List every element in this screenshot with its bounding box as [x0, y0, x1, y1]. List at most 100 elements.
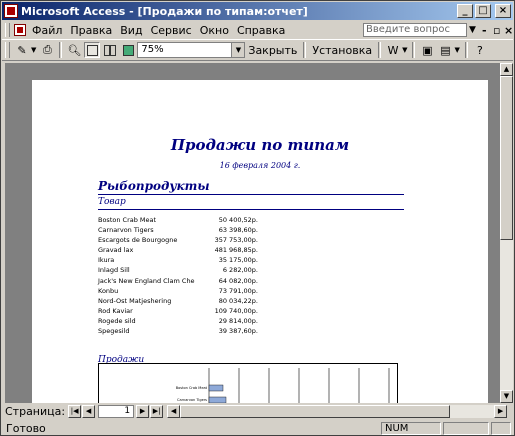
database-window-icon[interactable]: ▣: [419, 42, 435, 58]
view-icon[interactable]: ✎: [14, 42, 30, 58]
prev-page-button[interactable]: ◀: [82, 404, 96, 418]
status-panel: [443, 421, 489, 435]
page-nav-label: Страница:: [5, 404, 66, 418]
zoom-select[interactable]: 75% ▼: [137, 42, 246, 58]
scroll-left-button[interactable]: ◀: [167, 404, 181, 418]
table-row: Inlagd Sill 6 282,00р.: [98, 265, 258, 275]
vertical-scroll-thumb[interactable]: [500, 76, 513, 240]
report-date: 16 февраля 2004 г.: [219, 161, 301, 170]
table-row: Carnarvon Tigers 63 398,60р.: [98, 225, 258, 235]
product-name: Gravad lax: [98, 246, 134, 255]
first-page-button[interactable]: |◀: [68, 404, 82, 418]
next-page-button[interactable]: ▶: [136, 404, 150, 418]
page-setup-button[interactable]: Установка: [309, 44, 375, 57]
vertical-scrollbar[interactable]: ▲ ▼: [500, 63, 513, 403]
scroll-up-button[interactable]: ▲: [500, 63, 513, 76]
scroll-down-button[interactable]: ▼: [500, 390, 513, 403]
report-preview-area[interactable]: Продажи по типам 16 февраля 2004 г. Рыбо…: [5, 63, 500, 403]
new-object-icon[interactable]: ▤: [437, 42, 453, 58]
title-bar: Microsoft Access - [Продажи по типам:отч…: [2, 2, 513, 20]
status-bar: Готово NUM: [2, 420, 513, 436]
product-sales: 63 398,60р.: [218, 226, 258, 235]
toolbar-separator: [303, 42, 307, 58]
table-row: Gravad lax 481 968,85р.: [98, 245, 258, 255]
product-sales: 357 753,00р.: [214, 236, 258, 245]
page-number-input[interactable]: 1: [98, 404, 135, 418]
product-name: Boston Crab Meat: [98, 216, 157, 224]
table-row: Spegesild 39 387,60р.: [98, 326, 258, 336]
print-preview-toolbar: ✎ ▼ ⎙ 🔍︎ 75% ▼ Закрыть Установка W ▼ ▣ ▤ …: [2, 39, 513, 61]
menubar-grip[interactable]: [5, 23, 10, 37]
doc-minimize-button[interactable]: -: [482, 24, 487, 37]
product-sales: 481 968,85р.: [214, 246, 258, 255]
product-sales: 109 740,00р.: [214, 306, 258, 315]
product-name: Spegesild: [98, 327, 130, 336]
two-pages-icon[interactable]: [102, 42, 118, 58]
column-divider: [98, 209, 404, 210]
minimize-button[interactable]: _: [457, 4, 473, 18]
report-title: Продажи по типам: [170, 136, 350, 154]
report-doc-icon[interactable]: [14, 24, 26, 36]
toolbar-grip[interactable]: [5, 42, 10, 58]
new-object-dropdown-icon[interactable]: ▼: [454, 46, 459, 54]
table-row: Nord-Ost Matjeshering 80 034,22р.: [98, 296, 258, 306]
toolbar-separator: [59, 42, 63, 58]
access-window: Microsoft Access - [Продажи по типам:отч…: [0, 0, 515, 436]
table-row: Escargots de Bourgogne 357 753,00р.: [98, 235, 258, 245]
menu-bar: Файл Правка Вид Сервис Окно Справка Введ…: [2, 21, 513, 39]
horizontal-scrollbar[interactable]: ◀ ▶: [167, 404, 508, 418]
status-text: Готово: [6, 421, 46, 435]
product-name: Carnarvon Tigers: [98, 226, 154, 235]
print-icon[interactable]: ⎙: [39, 42, 55, 58]
doc-close-button[interactable]: ×: [504, 24, 513, 37]
zoom-icon[interactable]: 🔍︎: [66, 42, 82, 58]
category-title: Рыбопродукты: [98, 179, 210, 193]
toolbar-separator: [464, 42, 468, 58]
product-name: Rod Kaviar: [98, 306, 133, 315]
chart-bar: [208, 384, 224, 392]
horizontal-scroll-thumb[interactable]: [180, 404, 451, 418]
help-icon[interactable]: ?: [472, 42, 488, 58]
last-page-button[interactable]: ▶|: [150, 404, 164, 418]
close-preview-button[interactable]: Закрыть: [245, 44, 300, 57]
product-sales: 6 282,00р.: [222, 266, 258, 275]
product-list: Boston Crab Meat 50 400,52р. Carnarvon Ti…: [98, 215, 258, 336]
product-name: Jack's New England Clam Che: [98, 276, 195, 285]
ask-question-dropdown-icon[interactable]: ▼: [469, 25, 476, 35]
ask-question-input[interactable]: Введите вопрос: [363, 23, 467, 37]
report-page: Продажи по типам 16 февраля 2004 г. Рыбо…: [32, 80, 488, 403]
category-divider: [98, 194, 404, 195]
table-row: Boston Crab Meat 50 400,52р.: [98, 215, 258, 225]
product-sales: 64 082,00р.: [218, 276, 258, 285]
view-dropdown-icon[interactable]: ▼: [31, 46, 36, 54]
zoom-dropdown-icon[interactable]: ▼: [231, 43, 245, 57]
menu-help[interactable]: Справка: [233, 24, 289, 37]
menu-window[interactable]: Окно: [196, 24, 233, 37]
num-lock-indicator: NUM: [381, 421, 441, 435]
table-row: Jack's New England Clam Che 64 082,00р.: [98, 276, 258, 286]
sales-chart-svg: Boston Crab Meat Carnarvon Tigers: [176, 368, 390, 403]
office-links-dropdown-icon[interactable]: ▼: [402, 46, 407, 54]
window-title: Microsoft Access - [Продажи по типам:отч…: [21, 4, 308, 18]
product-name: Escargots de Bourgogne: [98, 236, 178, 245]
multiple-pages-icon[interactable]: [120, 42, 136, 58]
menu-tools[interactable]: Сервис: [147, 24, 196, 37]
menu-file[interactable]: Файл: [28, 24, 66, 37]
table-row: Rod Kaviar 109 740,00р.: [98, 306, 258, 316]
menu-edit[interactable]: Правка: [66, 24, 116, 37]
menu-view[interactable]: Вид: [116, 24, 146, 37]
product-name: Rogede sild: [98, 316, 136, 325]
chart-label: Boston Crab Meat: [176, 386, 208, 390]
doc-restore-button[interactable]: ▫: [493, 24, 500, 37]
access-app-icon[interactable]: [4, 4, 18, 18]
toolbar-separator: [378, 42, 382, 58]
office-links-icon[interactable]: W: [385, 42, 401, 58]
close-button[interactable]: ×: [495, 4, 511, 18]
scroll-right-button[interactable]: ▶: [494, 404, 508, 418]
maximize-button[interactable]: □: [475, 4, 491, 18]
product-sales: 35 175,00р.: [218, 256, 258, 265]
one-page-icon[interactable]: [84, 42, 101, 58]
sales-chart: Boston Crab Meat Carnarvon Tigers: [98, 363, 398, 403]
product-sales: 39 387,60р.: [218, 327, 258, 336]
product-sales: 29 814,00р.: [218, 316, 258, 325]
